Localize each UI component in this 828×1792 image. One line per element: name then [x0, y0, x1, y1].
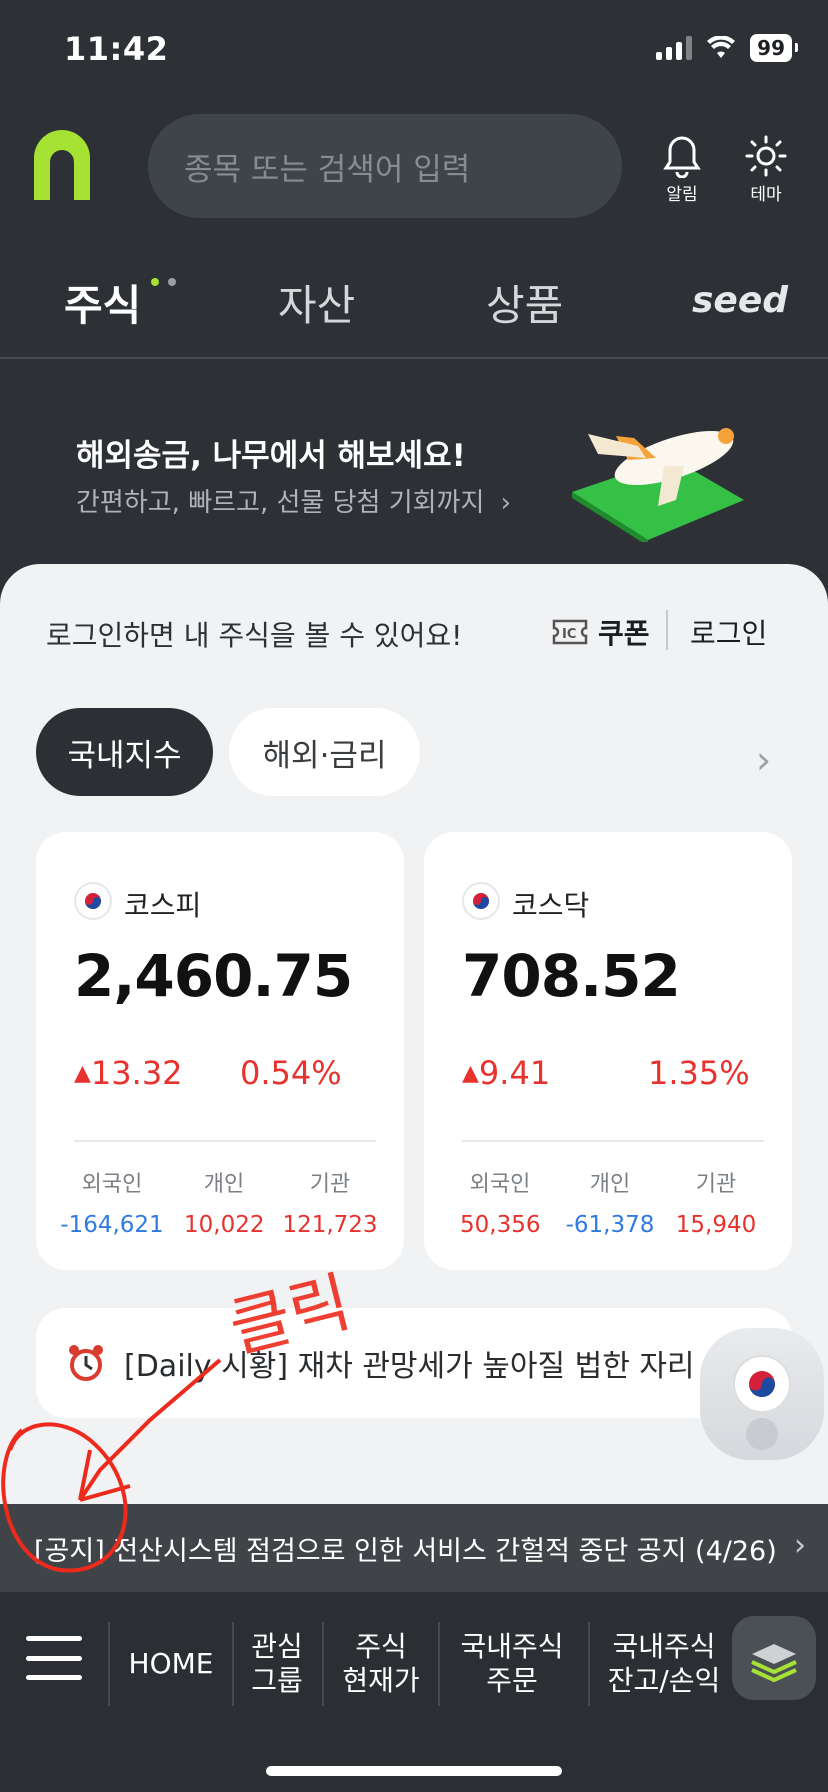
floating-button[interactable]: [700, 1328, 824, 1460]
nav-watchlist[interactable]: 관심 그룹: [236, 1624, 318, 1704]
layers-icon: [751, 1644, 797, 1683]
investor-individual: 개인 10,022: [184, 1172, 265, 1238]
investor-foreign: 외국인 50,356: [460, 1172, 541, 1238]
divider: [232, 1622, 234, 1706]
korea-flag-icon: [462, 882, 500, 920]
tab-new-dot-gray: [168, 278, 176, 286]
theme-button[interactable]: 테마: [744, 134, 788, 205]
tab-overseas-rates[interactable]: 해외·금리: [229, 708, 420, 796]
index-change: ▲13.32: [74, 1054, 183, 1092]
layers-button[interactable]: [732, 1616, 816, 1700]
index-change: ▲9.41: [462, 1054, 551, 1092]
index-percent: 1.35%: [648, 1054, 750, 1092]
tab-new-dot-green: [151, 278, 159, 286]
tab-stocks[interactable]: 주식: [64, 272, 141, 333]
coupon-button[interactable]: IC 쿠폰: [552, 612, 650, 652]
login-prompt[interactable]: 로그인하면 내 주식을 볼 수 있어요!: [46, 614, 462, 654]
divider: [588, 1622, 590, 1706]
index-name: 코스닥: [512, 889, 590, 922]
divider: [438, 1622, 440, 1706]
divider: [74, 1140, 376, 1142]
notice-bar[interactable]: [공지] 전산시스템 점검으로 인한 서비스 간헐적 중단 공지 (4/26) …: [0, 1504, 828, 1592]
up-triangle-icon: ▲: [74, 1061, 91, 1086]
theme-label: 테마: [750, 185, 782, 205]
menu-icon[interactable]: [26, 1636, 82, 1680]
chevron-right-icon: ›: [500, 488, 512, 518]
divider: [108, 1622, 110, 1706]
app-logo[interactable]: [28, 128, 96, 204]
investor-individual: 개인 -61,378: [565, 1172, 655, 1238]
nav-domestic-balance[interactable]: 국내주식 잔고/손익: [592, 1624, 736, 1704]
index-value: 2,460.75: [74, 942, 353, 1010]
alarm-label: 알림: [666, 185, 698, 205]
chevron-right-icon: ›: [794, 1528, 806, 1563]
investor-institution: 기관 121,723: [282, 1172, 378, 1238]
news-text: [Daily 시황] 재차 관망세가 높아질 법한 자리: [124, 1349, 695, 1384]
status-icons: 99: [656, 34, 798, 62]
nav-stock-quote[interactable]: 주식 현재가: [326, 1624, 436, 1704]
nav-home[interactable]: HOME: [124, 1624, 218, 1704]
tab-assets[interactable]: 자산: [278, 272, 355, 333]
banner-subtitle[interactable]: 간편하고, 빠르고, 선물 당첨 기회까지 ›: [76, 482, 511, 519]
index-percent: 0.54%: [240, 1054, 342, 1092]
sun-icon: [745, 135, 787, 177]
index-name: 코스피: [124, 889, 202, 922]
signal-icon: [656, 36, 693, 60]
banner-title[interactable]: 해외송금, 나무에서 해보세요!: [76, 430, 466, 475]
investor-foreign: 외국인 -164,621: [60, 1172, 164, 1238]
tab-seed-logo[interactable]: seed: [692, 280, 788, 321]
home-indicator: [266, 1766, 562, 1776]
wifi-icon: [707, 36, 736, 58]
alarm-button[interactable]: 알림: [660, 134, 704, 205]
bell-icon: [663, 136, 701, 178]
battery-icon: 99: [750, 34, 798, 62]
nav-domestic-order[interactable]: 국내주식 주문: [442, 1624, 582, 1704]
alarm-clock-icon: [69, 1345, 103, 1381]
index-card-kosdaq[interactable]: 코스닥 708.52 ▲9.41 1.35% 외국인 50,356 개인 -61…: [424, 832, 792, 1270]
coupon-label: 쿠폰: [598, 617, 650, 650]
status-time: 11:42: [64, 30, 169, 68]
tab-domestic-index[interactable]: 국내지수: [36, 708, 213, 796]
svg-text:IC: IC: [562, 627, 576, 642]
investor-institution: 기관 15,940: [675, 1172, 757, 1238]
divider: [322, 1622, 324, 1706]
chevron-right-icon[interactable]: ›: [756, 738, 771, 782]
korea-flag-icon: [74, 882, 112, 920]
divider: [666, 610, 668, 650]
index-card-kospi[interactable]: 코스피 2,460.75 ▲13.32 0.54% 외국인 -164,621 개…: [36, 832, 404, 1270]
airplane-banner-image: [572, 428, 744, 542]
up-triangle-icon: ▲: [462, 1061, 479, 1086]
divider: [462, 1140, 764, 1142]
market-news[interactable]: [Daily 시황] 재차 관망세가 높아질 법한 자리: [36, 1308, 792, 1418]
index-value: 708.52: [462, 942, 681, 1010]
coupon-icon: IC: [552, 619, 588, 645]
search-input[interactable]: 종목 또는 검색어 입력: [148, 114, 622, 218]
tab-divider: [0, 357, 828, 359]
globe-icon: [746, 1418, 778, 1450]
notice-text: [공지] 전산시스템 점검으로 인한 서비스 간헐적 중단 공지 (4/26): [34, 1535, 777, 1567]
korea-flag-icon: [733, 1355, 791, 1413]
tab-products[interactable]: 상품: [486, 272, 563, 333]
login-button[interactable]: 로그인: [690, 612, 767, 652]
